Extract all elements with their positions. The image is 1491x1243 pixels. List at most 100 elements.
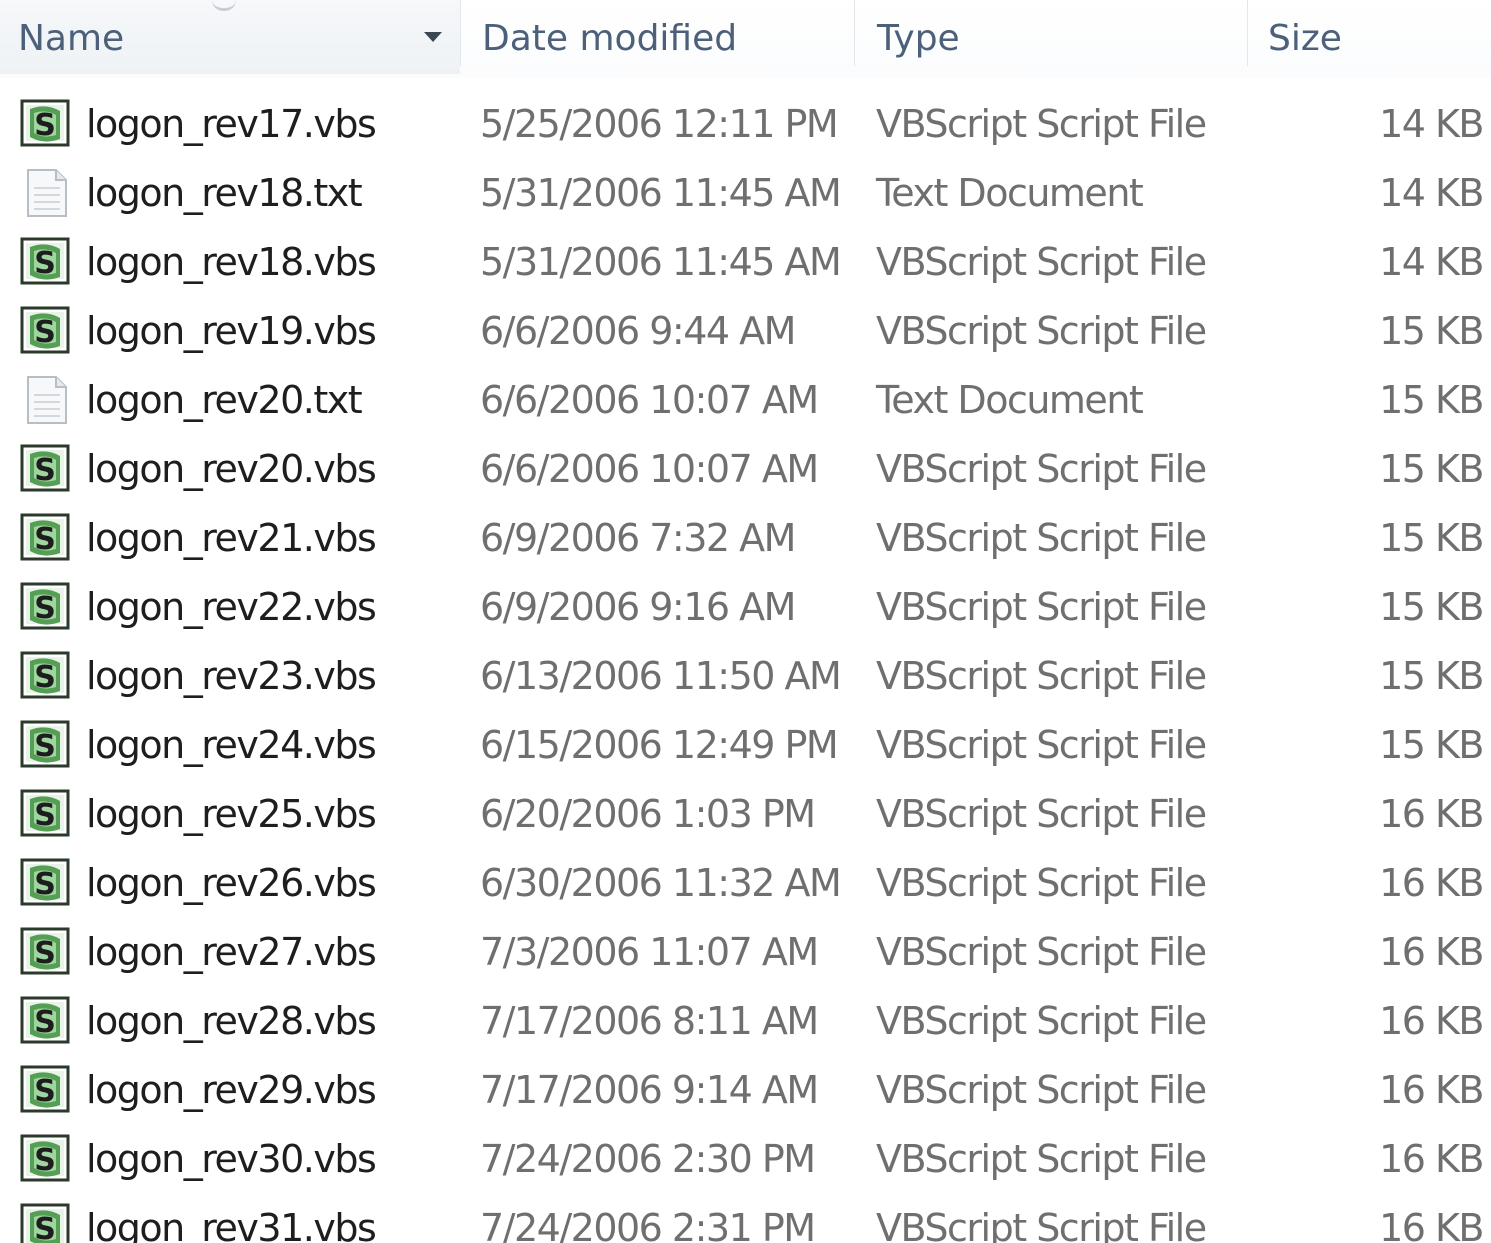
file-date-modified: 5/31/2006 11:45 AM bbox=[480, 171, 842, 215]
vbscript-file-icon: S bbox=[20, 1134, 72, 1184]
file-name: logon_rev18.txt bbox=[86, 171, 363, 215]
file-date-modified: 7/24/2006 2:31 PM bbox=[480, 1206, 816, 1243]
file-date-modified: 6/9/2006 7:32 AM bbox=[480, 516, 796, 560]
file-type: Text Document bbox=[876, 171, 1144, 215]
file-row[interactable]: logon_rev18.txt 5/31/2006 11:45 AM Text Do… bbox=[0, 158, 1491, 227]
file-row[interactable]: Slogon_rev21.vbs 6/9/2006 7:32 AM VBScript… bbox=[0, 503, 1491, 572]
vbscript-file-icon: S bbox=[20, 444, 72, 494]
file-type: VBScript Script File bbox=[876, 516, 1207, 560]
file-name: logon_rev30.vbs bbox=[86, 1137, 377, 1181]
file-date-modified: 7/24/2006 2:30 PM bbox=[480, 1137, 816, 1181]
column-divider[interactable] bbox=[1247, 0, 1248, 66]
file-date-modified: 6/9/2006 9:16 AM bbox=[480, 585, 796, 629]
vbscript-file-icon: S bbox=[20, 582, 72, 632]
file-row[interactable]: Slogon_rev26.vbs 6/30/2006 11:32 AM VBScri… bbox=[0, 848, 1491, 917]
file-name: logon_rev19.vbs bbox=[86, 309, 377, 353]
file-date-modified: 6/6/2006 10:07 AM bbox=[480, 378, 819, 422]
text-document-icon bbox=[20, 375, 72, 425]
column-header-size[interactable]: Size bbox=[1268, 14, 1342, 64]
file-type: VBScript Script File bbox=[876, 654, 1207, 698]
file-row[interactable]: Slogon_rev17.vbs 5/25/2006 12:11 PM VBScri… bbox=[0, 89, 1491, 158]
file-size: 16 KB bbox=[1379, 861, 1484, 905]
column-header-bar: Name Date modified Type Size bbox=[0, 0, 1491, 78]
file-type: VBScript Script File bbox=[876, 102, 1207, 146]
file-type: Text Document bbox=[876, 378, 1144, 422]
svg-text:S: S bbox=[34, 729, 56, 764]
svg-text:S: S bbox=[34, 315, 56, 350]
file-type: VBScript Script File bbox=[876, 792, 1207, 836]
file-row[interactable]: Slogon_rev30.vbs 7/24/2006 2:30 PM VBScrip… bbox=[0, 1124, 1491, 1193]
file-row[interactable]: Slogon_rev25.vbs 6/20/2006 1:03 PM VBScrip… bbox=[0, 779, 1491, 848]
file-size: 16 KB bbox=[1379, 792, 1484, 836]
file-size: 15 KB bbox=[1379, 378, 1484, 422]
file-size: 14 KB bbox=[1379, 240, 1484, 284]
file-date-modified: 6/6/2006 10:07 AM bbox=[480, 447, 819, 491]
file-row[interactable]: Slogon_rev20.vbs 6/6/2006 10:07 AM VBScrip… bbox=[0, 434, 1491, 503]
sort-descending-icon[interactable] bbox=[424, 32, 442, 42]
file-size: 15 KB bbox=[1379, 309, 1484, 353]
svg-text:S: S bbox=[34, 1005, 56, 1040]
file-type: VBScript Script File bbox=[876, 861, 1207, 905]
file-row[interactable]: Slogon_rev23.vbs 6/13/2006 11:50 AM VBScri… bbox=[0, 641, 1491, 710]
file-type: VBScript Script File bbox=[876, 999, 1207, 1043]
file-name: logon_rev17.vbs bbox=[86, 102, 377, 146]
vbscript-file-icon: S bbox=[20, 306, 72, 356]
file-size: 14 KB bbox=[1379, 102, 1484, 146]
file-date-modified: 7/17/2006 9:14 AM bbox=[480, 1068, 819, 1112]
file-type: VBScript Script File bbox=[876, 1137, 1207, 1181]
file-type: VBScript Script File bbox=[876, 309, 1207, 353]
column-divider[interactable] bbox=[460, 0, 461, 66]
file-date-modified: 5/25/2006 12:11 PM bbox=[480, 102, 839, 146]
file-type: VBScript Script File bbox=[876, 1206, 1207, 1243]
file-size: 16 KB bbox=[1379, 1137, 1484, 1181]
file-date-modified: 6/20/2006 1:03 PM bbox=[480, 792, 816, 836]
column-header-name[interactable]: Name bbox=[18, 14, 124, 64]
svg-text:S: S bbox=[34, 591, 56, 626]
vbscript-file-icon: S bbox=[20, 927, 72, 977]
file-list-view: Name Date modified Type Size Slogon_rev1… bbox=[0, 0, 1491, 1243]
file-type: VBScript Script File bbox=[876, 447, 1207, 491]
file-row[interactable]: Slogon_rev27.vbs 7/3/2006 11:07 AM VBScrip… bbox=[0, 917, 1491, 986]
svg-text:S: S bbox=[34, 936, 56, 971]
file-row[interactable]: Slogon_rev24.vbs 6/15/2006 12:49 PM VBScri… bbox=[0, 710, 1491, 779]
file-row[interactable]: Slogon_rev18.vbs 5/31/2006 11:45 AM VBScri… bbox=[0, 227, 1491, 296]
file-row[interactable]: Slogon_rev22.vbs 6/9/2006 9:16 AM VBScript… bbox=[0, 572, 1491, 641]
file-row[interactable]: Slogon_rev19.vbs 6/6/2006 9:44 AM VBScript… bbox=[0, 296, 1491, 365]
file-row[interactable]: Slogon_rev31.vbs 7/24/2006 2:31 PM VBScrip… bbox=[0, 1193, 1491, 1243]
file-name: logon_rev31.vbs bbox=[86, 1206, 377, 1243]
file-type: VBScript Script File bbox=[876, 723, 1207, 767]
vbscript-file-icon: S bbox=[20, 1203, 72, 1243]
svg-text:S: S bbox=[34, 660, 56, 695]
vbscript-file-icon: S bbox=[20, 99, 72, 149]
file-row[interactable]: Slogon_rev28.vbs 7/17/2006 8:11 AM VBScrip… bbox=[0, 986, 1491, 1055]
file-name: logon_rev27.vbs bbox=[86, 930, 377, 974]
svg-text:S: S bbox=[34, 246, 56, 281]
column-header-date-modified[interactable]: Date modified bbox=[482, 14, 737, 64]
file-name: logon_rev23.vbs bbox=[86, 654, 377, 698]
vbscript-file-icon: S bbox=[20, 789, 72, 839]
file-row[interactable]: logon_rev20.txt 6/6/2006 10:07 AM Text Doc… bbox=[0, 365, 1491, 434]
file-type: VBScript Script File bbox=[876, 585, 1207, 629]
svg-text:S: S bbox=[34, 798, 56, 833]
file-date-modified: 6/30/2006 11:32 AM bbox=[480, 861, 842, 905]
svg-text:S: S bbox=[34, 1074, 56, 1109]
file-size: 15 KB bbox=[1379, 723, 1484, 767]
file-name: logon_rev24.vbs bbox=[86, 723, 377, 767]
column-divider[interactable] bbox=[854, 0, 855, 66]
file-name: logon_rev20.txt bbox=[86, 378, 363, 422]
file-type: VBScript Script File bbox=[876, 1068, 1207, 1112]
file-size: 16 KB bbox=[1379, 930, 1484, 974]
file-name: logon_rev28.vbs bbox=[86, 999, 377, 1043]
vbscript-file-icon: S bbox=[20, 651, 72, 701]
column-header-type[interactable]: Type bbox=[877, 14, 960, 64]
vbscript-file-icon: S bbox=[20, 858, 72, 908]
file-size: 14 KB bbox=[1379, 171, 1484, 215]
file-size: 15 KB bbox=[1379, 585, 1484, 629]
file-date-modified: 6/6/2006 9:44 AM bbox=[480, 309, 796, 353]
file-date-modified: 5/31/2006 11:45 AM bbox=[480, 240, 842, 284]
svg-text:S: S bbox=[34, 453, 56, 488]
file-size: 15 KB bbox=[1379, 447, 1484, 491]
file-row[interactable]: Slogon_rev29.vbs 7/17/2006 9:14 AM VBScrip… bbox=[0, 1055, 1491, 1124]
file-name: logon_rev26.vbs bbox=[86, 861, 377, 905]
svg-text:S: S bbox=[34, 108, 56, 143]
